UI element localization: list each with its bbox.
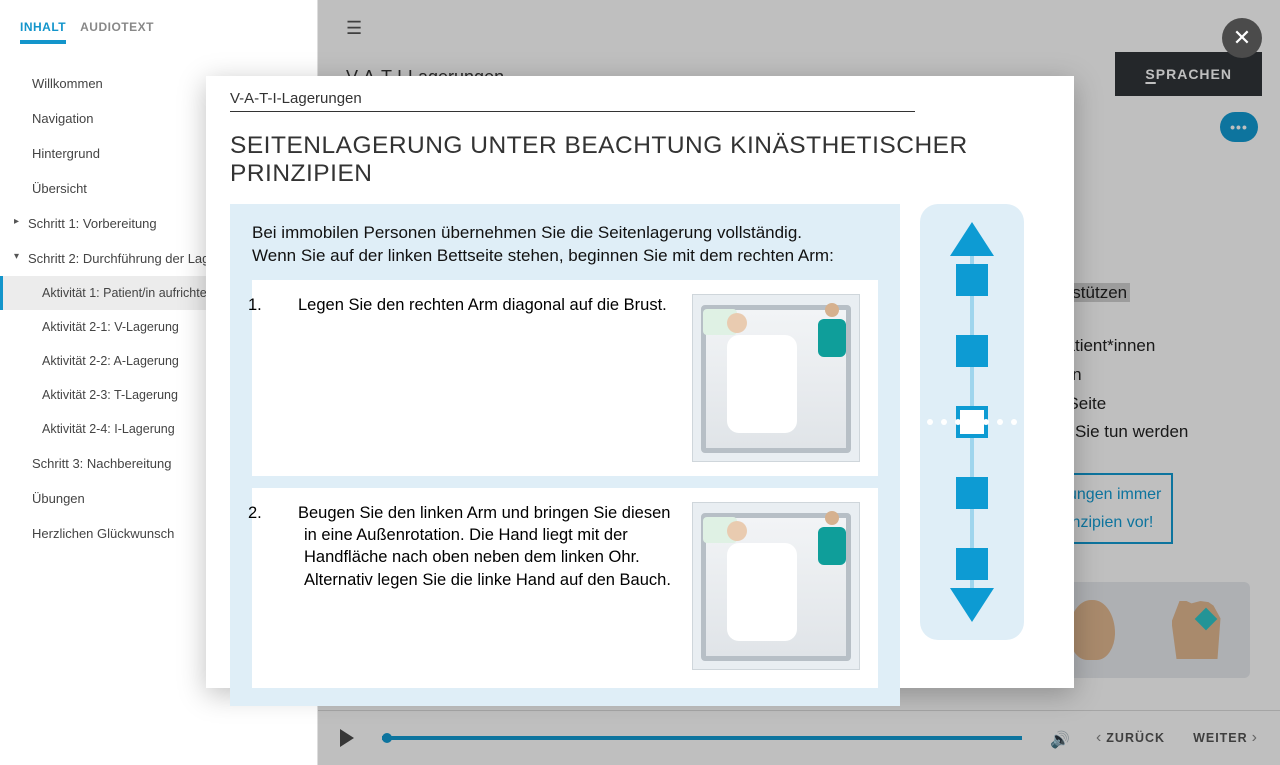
scroll-down-icon[interactable] [950, 588, 994, 622]
modal-title: SEITENLAGERUNG UNTER BEACHTUNG KINÄSTHET… [230, 132, 1050, 188]
scroll-widget [920, 204, 1024, 640]
next-button[interactable]: WEITER› [1193, 729, 1258, 747]
step-1-image [692, 294, 860, 462]
play-button[interactable] [340, 729, 354, 747]
step-1-card: 1.Legen Sie den rechten Arm diagonal auf… [252, 280, 878, 476]
hand-icon [1172, 601, 1222, 659]
tab-audiotext[interactable]: AUDIOTEXT [80, 20, 154, 44]
intro-text: Bei immobilen Personen übernehmen Sie di… [252, 222, 878, 268]
chat-icon[interactable]: ••• [1220, 112, 1258, 142]
scroll-stop-1[interactable] [956, 264, 988, 296]
step-1-text: 1.Legen Sie den rechten Arm diagonal auf… [276, 294, 672, 462]
scroll-stop-5[interactable] [956, 548, 988, 580]
step-2-image [692, 502, 860, 670]
content-panel: Bei immobilen Personen übernehmen Sie di… [230, 204, 900, 706]
hamburger-icon[interactable]: ☰ [346, 18, 1252, 39]
scroll-stop-2[interactable] [956, 335, 988, 367]
progress-bar[interactable] [382, 736, 1022, 740]
scroll-stop-4[interactable] [956, 477, 988, 509]
scroll-dots [927, 419, 1017, 425]
tab-inhalt[interactable]: INHALT [20, 20, 66, 44]
player-bar: 🔊 ‹ZURÜCK WEITER› [318, 710, 1280, 765]
face-icon [1069, 600, 1115, 660]
step-2-text: 2.Beugen Sie den linken Arm und bringen … [276, 502, 672, 674]
step-2-card: 2.Beugen Sie den linken Arm und bringen … [252, 488, 878, 688]
modal: V-A-T-I-Lagerungen SEITENLAGERUNG UNTER … [206, 76, 1074, 688]
volume-icon[interactable]: 🔊 [1050, 730, 1068, 746]
modal-breadcrumb: V-A-T-I-Lagerungen [230, 90, 915, 112]
scroll-track[interactable] [970, 256, 974, 588]
scroll-up-icon[interactable] [950, 222, 994, 256]
close-button[interactable]: ✕ [1222, 18, 1262, 58]
back-button[interactable]: ‹ZURÜCK [1096, 729, 1165, 747]
sprachen-button[interactable]: SPRACHEN [1115, 52, 1262, 96]
sidebar-tabs: INHALT AUDIOTEXT [0, 0, 317, 52]
